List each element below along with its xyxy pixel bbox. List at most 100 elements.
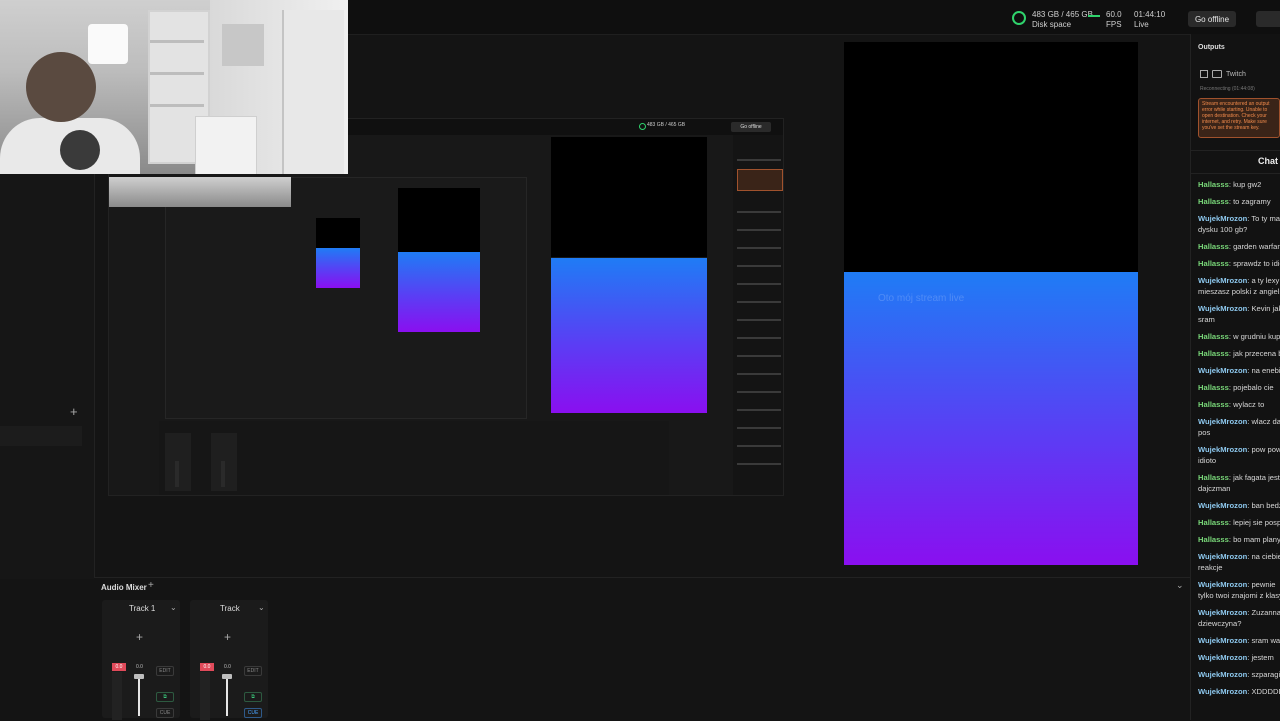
chat-username[interactable]: Hallasss (1198, 535, 1229, 544)
output-twitch[interactable]: Twitch (1200, 70, 1246, 78)
add-filter-icon[interactable]: + (224, 630, 231, 644)
add-filter-icon[interactable]: + (136, 630, 143, 644)
chat-username[interactable]: WujekMrozon (1198, 366, 1247, 375)
chat-message: WujekMrozon: XDDDDD (1198, 686, 1280, 697)
volume-fader-knob[interactable] (222, 674, 232, 679)
chat-username[interactable]: Hallasss (1198, 332, 1229, 341)
fps-value: 60.0 (1106, 10, 1122, 19)
volume-fader-knob[interactable] (134, 674, 144, 679)
chat-username[interactable]: Hallasss (1198, 259, 1229, 268)
chat-username[interactable]: Hallasss (1198, 180, 1229, 189)
webcam-shelf-row (150, 104, 204, 107)
volume-fader-track[interactable] (226, 676, 228, 716)
disk-space-stat: 483 GB / 465 GB Disk space (1012, 10, 1093, 30)
chat-message: WujekMrozon: pewnie tylko twoi znajomi z … (1198, 580, 1280, 600)
webcam-shelf-row (150, 40, 204, 43)
chat-username[interactable]: WujekMrozon (1198, 214, 1247, 223)
chat-username[interactable]: WujekMrozon (1198, 636, 1247, 645)
volume-value: 0.0 (136, 664, 143, 670)
volume-fader-track[interactable] (138, 676, 140, 716)
chat-username[interactable]: Hallasss (1198, 349, 1229, 358)
preview-overlay-text: Oto mój stream live (878, 293, 965, 304)
chat-username[interactable]: WujekMrozon (1198, 580, 1247, 589)
fps-label: FPS (1106, 20, 1122, 29)
chat-text: a ty lexy (1251, 276, 1280, 285)
chat-username[interactable]: WujekMrozon (1198, 417, 1247, 426)
fps-indicator-icon (1088, 15, 1100, 17)
nested-error-box (737, 169, 783, 191)
chat-username[interactable]: WujekMrozon (1198, 304, 1247, 313)
go-offline-button[interactable]: Go offline (1188, 11, 1236, 27)
edit-button[interactable]: EDIT (244, 666, 262, 676)
chat-message: WujekMrozon: jestem (1198, 653, 1274, 662)
chat-message: WujekMrozon: Zuzanna dziewczyna? (1198, 608, 1280, 628)
track-chevron-icon[interactable]: ⌄ (258, 603, 265, 612)
top-extra-button[interactable] (1256, 11, 1280, 27)
cue-button[interactable]: CUE (156, 708, 174, 718)
chat-text: sram wam (1251, 636, 1280, 645)
chat-text: To ty masz na (1251, 214, 1280, 223)
nested-chat-line (737, 355, 781, 357)
chat-username[interactable]: WujekMrozon (1198, 670, 1247, 679)
add-icon[interactable]: + (70, 404, 78, 419)
outputs-title: Outputs (1198, 44, 1225, 51)
chat-username[interactable]: Hallasss (1198, 518, 1229, 527)
chat-text: pewnie (1251, 580, 1276, 589)
track-name[interactable]: Track 1 (129, 604, 155, 613)
chat-username[interactable]: Hallasss (1198, 242, 1229, 251)
nested-screen-capture: 483 GB / 465 GB Go offline (108, 118, 784, 496)
chat-username[interactable]: WujekMrozon (1198, 552, 1247, 561)
chat-text: szparagi (1251, 670, 1280, 679)
chat-username[interactable]: WujekMrozon (1198, 653, 1247, 662)
chat-username[interactable]: WujekMrozon (1198, 445, 1247, 454)
chat-username[interactable]: WujekMrozon (1198, 608, 1247, 617)
link-icon[interactable]: ⧉ (156, 692, 174, 702)
nested-chat-line (737, 229, 781, 231)
chat-message: Hallasss: lepiej sie pospiesz (1198, 517, 1280, 528)
chat-text: lepiej sie pospiesz (1233, 518, 1280, 527)
status-ring-icon (1012, 11, 1026, 25)
chat-message: WujekMrozon: ban bedzie (1198, 500, 1280, 511)
chat-text-continued: tylko twoi znajomi z klasy (1198, 591, 1280, 600)
nested-chat-line (737, 283, 781, 285)
peak-indicator: 0.0 (112, 663, 126, 671)
chat-message: Hallasss: kup gw2 (1198, 180, 1262, 189)
nested-chat-line (737, 159, 781, 161)
edit-button[interactable]: EDIT (156, 666, 174, 676)
nested-preview-black (551, 137, 707, 257)
chat-list: Hallasss: kup gw2 Hallasss: to zagramy Wuj… (1198, 179, 1280, 720)
volume-value: 0.0 (224, 664, 231, 670)
nested-audio-mixer (159, 421, 669, 495)
chat-message: WujekMrozon: a ty lexy mieszasz polski z … (1198, 276, 1280, 296)
link-icon[interactable]: ⧉ (244, 692, 262, 702)
chat-message: WujekMrozon: pow pow idioto (1198, 445, 1280, 465)
chat-username[interactable]: WujekMrozon (1198, 687, 1247, 696)
left-panel-item[interactable] (0, 426, 82, 446)
nested-chat-line (737, 265, 781, 267)
track-chevron-icon[interactable]: ⌄ (170, 603, 177, 612)
output-error-box: Stream encountered an output error while… (1198, 98, 1280, 138)
chat-username[interactable]: WujekMrozon (1198, 276, 1247, 285)
add-track-icon[interactable]: + (148, 580, 154, 591)
track-name[interactable]: Track (220, 604, 240, 613)
chat-username[interactable]: Hallasss (1198, 197, 1229, 206)
chat-username[interactable]: Hallasss (1198, 473, 1229, 482)
webcam-window (88, 24, 128, 64)
chat-username[interactable]: Hallasss (1198, 383, 1229, 392)
webcam-person-hand (60, 130, 100, 170)
nested-chat-line (737, 445, 781, 447)
chat-message: Hallasss: garden warfare (1198, 241, 1280, 252)
webcam-feed (0, 0, 348, 174)
collapse-chevron-icon[interactable]: ⌄ (1176, 580, 1184, 591)
chat-username[interactable]: WujekMrozon (1198, 501, 1247, 510)
cue-button[interactable]: CUE (244, 708, 262, 718)
nested-chat-line (737, 337, 781, 339)
nested-deeper-preview-black (398, 188, 480, 252)
chat-text: pow pow (1251, 445, 1280, 454)
chat-username[interactable]: Hallasss (1198, 400, 1229, 409)
output-checkbox[interactable] (1200, 70, 1208, 78)
chat-text: kup gw2 (1233, 180, 1262, 189)
nested-preview (551, 258, 707, 413)
chat-message: WujekMrozon: na enebie (1198, 365, 1280, 376)
nested-chat-line (737, 247, 781, 249)
